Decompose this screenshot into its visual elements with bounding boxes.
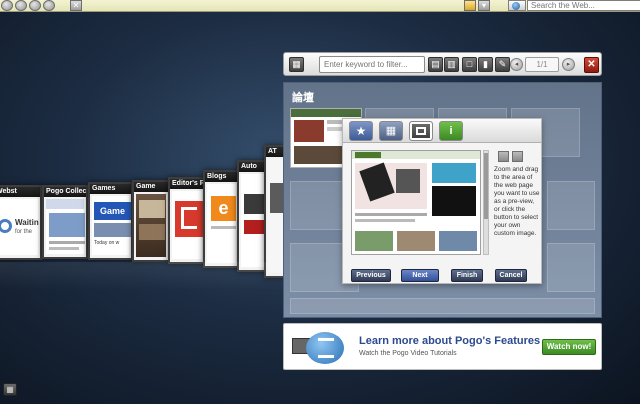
favorite-star-icon[interactable]: ★ — [349, 121, 373, 141]
card-waiting-text: Waitin — [15, 218, 39, 227]
preview-tab-icon[interactable] — [409, 121, 433, 141]
card-title: Editor's P — [170, 179, 204, 189]
home-button[interactable] — [43, 0, 55, 11]
empty-slot[interactable] — [547, 243, 595, 292]
bookmark-icon[interactable] — [464, 0, 476, 11]
card-title: Pogo Collectio — [44, 187, 86, 197]
wizard-help-text: Zoom and drag to the area of the web pag… — [494, 166, 540, 237]
empty-slot[interactable] — [290, 298, 595, 314]
previous-page-icon[interactable]: ◂ — [510, 58, 523, 71]
page-counter: 1/1 — [525, 57, 559, 72]
banner-title: Learn more about Pogo's Features — [359, 335, 541, 347]
carousel-card[interactable]: Pogo Collectio — [42, 185, 88, 259]
wizard-tabs: ★ ▦ i — [343, 119, 541, 143]
game-logo: Game — [94, 202, 131, 220]
card-waiting-sub: for the — [15, 229, 33, 235]
browser-toolbar: ✕ ▾ — [0, 0, 640, 12]
globe-icon — [512, 2, 520, 10]
next-page-icon[interactable]: ▸ — [562, 58, 575, 71]
tools-icon[interactable]: ▾ — [478, 0, 490, 11]
forward-button[interactable] — [15, 0, 27, 11]
search-engine-button[interactable] — [508, 0, 526, 11]
carousel-card[interactable]: Blogs e — [203, 170, 240, 268]
card-title: Game — [134, 182, 168, 192]
tile-icon[interactable]: ▥ — [444, 57, 459, 72]
reload-button[interactable] — [29, 0, 41, 11]
preview-wizard: ★ ▦ i Zoom and drag to the area of the w… — [342, 118, 542, 284]
grid-view-icon[interactable]: ▦ — [289, 57, 304, 72]
cancel-button[interactable]: Cancel — [495, 269, 527, 282]
panel-toolbar: ▦ ▤ ▥ □ ▮ ✎ ◂ 1/1 ▸ ✕ — [283, 52, 602, 76]
carousel-card[interactable]: Webst Waitin for the — [0, 185, 42, 260]
info-icon[interactable]: i — [439, 121, 463, 141]
panel-body: 論壇 ★ ▦ i Zoom and drag to the area of th… — [283, 82, 602, 318]
watch-now-button[interactable]: Watch now! — [542, 339, 596, 355]
pogo-features-banner: Learn more about Pogo's Features Watch t… — [283, 323, 602, 370]
loading-icon — [0, 219, 12, 233]
finish-button[interactable]: Finish — [451, 269, 483, 282]
carousel-reflection — [0, 262, 300, 290]
web-search-input[interactable] — [527, 0, 640, 11]
grid-tab-icon[interactable]: ▦ — [379, 121, 403, 141]
remove-image-icon[interactable] — [512, 151, 523, 162]
card-title: Auto — [239, 162, 267, 172]
trash-icon[interactable]: ▮ — [478, 57, 493, 72]
carousel-card[interactable]: Games Game Today on w — [88, 182, 133, 260]
pogo-panel: ▦ ▤ ▥ □ ▮ ✎ ◂ 1/1 ▸ ✕ 論壇 — [283, 52, 602, 370]
next-button[interactable]: Next — [401, 269, 439, 282]
window-icon[interactable]: □ — [462, 57, 477, 72]
layout-icon[interactable]: ▤ — [428, 57, 443, 72]
close-panel-button[interactable]: ✕ — [584, 57, 599, 73]
page-preview[interactable] — [351, 150, 481, 255]
card-title: Games — [90, 184, 131, 194]
keyword-filter-input[interactable] — [319, 56, 425, 73]
preview-scrollbar[interactable] — [483, 150, 489, 255]
card-today-text: Today on w — [94, 240, 120, 246]
carousel-card[interactable]: Editor's P — [168, 177, 206, 264]
stop-button[interactable]: ✕ — [70, 0, 82, 11]
camera-icon[interactable] — [498, 151, 509, 162]
tools-icon[interactable]: ✎ — [495, 57, 510, 72]
card-title: Blogs — [205, 172, 238, 182]
previous-button[interactable]: Previous — [351, 269, 391, 282]
banner-subtitle[interactable]: Watch the Pogo Video Tutorials — [359, 350, 457, 357]
grid-view-toggle-icon[interactable]: ▦ — [3, 383, 17, 396]
empty-slot[interactable] — [547, 181, 595, 230]
card-title: Webst — [0, 187, 40, 197]
carousel-card[interactable]: Game — [132, 180, 170, 262]
group-title: 論壇 — [292, 92, 314, 104]
back-button[interactable] — [1, 0, 13, 11]
